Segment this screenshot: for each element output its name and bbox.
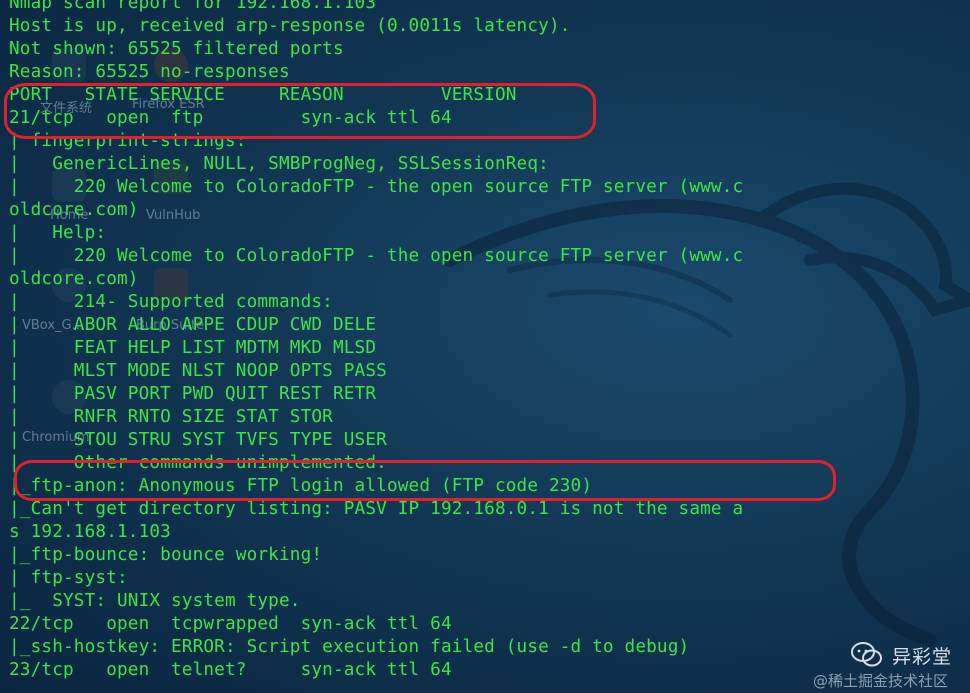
terminal-output[interactable]: Nmap scan report for 192.168.1.103 Host … [9, 0, 964, 682]
desktop-screen: 文件系统 Firefox ESR Home VulnHub VBox_G... … [0, 0, 970, 693]
terminal-line-ftp-anon: |_ftp-anon: Anonymous FTP login allowed … [9, 476, 593, 496]
terminal-line: Host is up, received arp-response (0.001… [9, 16, 571, 36]
terminal-line: oldcore.com) [9, 269, 139, 289]
terminal-line: | 214- Supported commands: [9, 292, 333, 312]
terminal-line: | STOU STRU SYST TVFS TYPE USER [9, 430, 387, 450]
terminal-line: Not shown: 65525 filtered ports [9, 39, 344, 59]
terminal-line: | 220 Welcome to ColoradoFTP - the open … [9, 177, 744, 197]
terminal-line: |_Can't get directory listing: PASV IP 1… [9, 499, 744, 519]
terminal-line: | 220 Welcome to ColoradoFTP - the open … [9, 246, 744, 266]
terminal-line-port-header: PORT STATE SERVICE REASON VERSION [9, 85, 517, 105]
watermark-source: @稀土掘金技术社区 [812, 672, 948, 690]
terminal-line: |_ SYST: UNIX system type. [9, 591, 301, 611]
wechat-icon [850, 642, 882, 667]
terminal-line: | ftp-syst: [9, 568, 128, 588]
terminal-line: | ABOR ALLO APPE CDUP CWD DELE [9, 315, 377, 335]
terminal-line: | GenericLines, NULL, SMBProgNeg, SSLSes… [9, 154, 549, 174]
terminal-line: | FEAT HELP LIST MDTM MKD MLSD [9, 338, 377, 358]
terminal-line: | MLST MODE NLST NOOP OPTS PASS [9, 361, 387, 381]
watermark: 异彩堂 [850, 641, 952, 669]
terminal-line: Nmap scan report for 192.168.1.103 [9, 0, 377, 13]
terminal-line-port-21: 21/tcp open ftp syn-ack ttl 64 [9, 108, 452, 128]
terminal-line: | PASV PORT PWD QUIT REST RETR [9, 384, 377, 404]
terminal-line: | fingerprint-strings: [9, 131, 247, 151]
terminal-line: s 192.168.1.103 [9, 522, 171, 542]
terminal-line: | Help: [9, 223, 107, 243]
terminal-line-port-22: 22/tcp open tcpwrapped syn-ack ttl 64 [9, 614, 452, 634]
terminal-line: | Other commands unimplemented. [9, 453, 387, 473]
terminal-line: oldcore.com) [9, 200, 139, 220]
terminal-line: |_ssh-hostkey: ERROR: Script execution f… [9, 637, 690, 657]
terminal-line: Reason: 65525 no-responses [9, 62, 290, 82]
terminal-line: | RNFR RNTO SIZE STAT STOR [9, 407, 333, 427]
watermark-brand: 异彩堂 [891, 645, 952, 668]
terminal-line: |_ftp-bounce: bounce working! [9, 545, 323, 565]
